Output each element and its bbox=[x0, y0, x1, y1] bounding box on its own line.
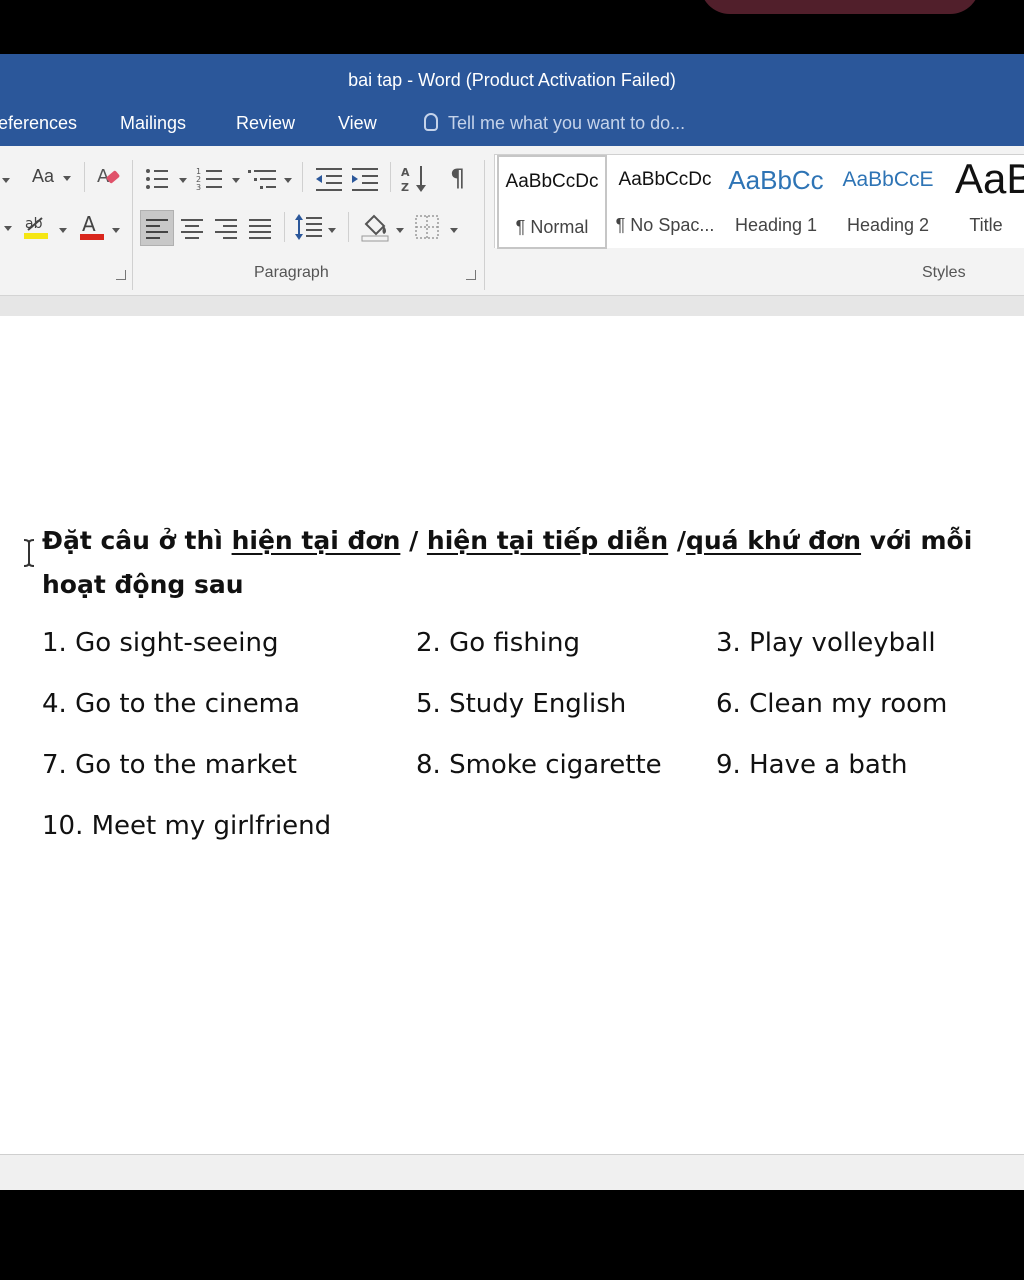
tab-references[interactable]: eferences bbox=[0, 106, 77, 146]
style-name: Heading 1 bbox=[734, 215, 818, 235]
shading-icon[interactable] bbox=[360, 210, 390, 242]
paragraph-dialog-launcher[interactable] bbox=[466, 270, 476, 280]
heading-text: / bbox=[400, 526, 427, 555]
tell-me-search[interactable]: Tell me what you want to do... bbox=[424, 106, 685, 146]
font-color-icon[interactable]: A bbox=[78, 212, 106, 242]
multilevel-dropdown-icon[interactable] bbox=[284, 178, 292, 183]
group-separator bbox=[132, 160, 133, 290]
camera-overlay bbox=[700, 0, 980, 14]
highlight-icon[interactable]: ab bbox=[22, 212, 52, 242]
style-preview: AaBbCc bbox=[728, 165, 824, 195]
highlight-dropdown-icon[interactable] bbox=[59, 228, 67, 233]
style-name: ¶ No Spac... bbox=[615, 215, 715, 235]
title-bar: bai tap - Word (Product Activation Faile… bbox=[0, 54, 1024, 106]
heading-underlined-text: hiện tại tiếp diễn bbox=[426, 526, 669, 555]
tell-me-placeholder: Tell me what you want to do... bbox=[448, 113, 686, 133]
svg-text:A: A bbox=[401, 166, 410, 179]
list-item: 1. Go sight-seeing bbox=[42, 628, 279, 658]
borders-dropdown-icon[interactable] bbox=[450, 228, 458, 233]
font-color-dropdown-icon[interactable] bbox=[112, 228, 120, 233]
tab-view[interactable]: View bbox=[338, 106, 377, 146]
svg-text:3: 3 bbox=[196, 183, 201, 192]
style-preview: AaBbCcE bbox=[842, 168, 934, 191]
list-item: 2. Go fishing bbox=[416, 628, 580, 658]
ribbon-separator bbox=[390, 162, 391, 192]
change-case-button[interactable]: Aa bbox=[32, 166, 54, 187]
clear-formatting-icon[interactable]: A bbox=[96, 164, 122, 190]
lightbulb-icon bbox=[424, 113, 438, 131]
style-preview: AaBbCcDc bbox=[618, 169, 712, 190]
ribbon-separator bbox=[348, 212, 349, 242]
text-cursor-icon bbox=[23, 539, 35, 567]
style-name: ¶ Normal bbox=[515, 217, 589, 237]
sort-icon[interactable]: AZ bbox=[400, 164, 428, 194]
align-center-icon[interactable] bbox=[180, 218, 204, 240]
numbering-icon[interactable]: 123 bbox=[196, 166, 224, 192]
styles-group-label: Styles bbox=[922, 264, 966, 281]
borders-icon[interactable] bbox=[414, 214, 440, 240]
tab-mailings[interactable]: Mailings bbox=[120, 106, 186, 146]
exercise-heading: Đặt câu ở thì hiện tại đơn / hiện tại ti… bbox=[42, 526, 972, 555]
style-name: Heading 2 bbox=[846, 215, 930, 235]
status-bar bbox=[0, 1154, 1024, 1190]
line-spacing-dropdown-icon[interactable] bbox=[328, 228, 336, 233]
change-case-label: Aa bbox=[32, 166, 55, 186]
font-size-dropdown-icon[interactable] bbox=[2, 178, 10, 183]
list-item: 10. Meet my girlfriend bbox=[42, 811, 332, 841]
svg-text:Z: Z bbox=[401, 181, 409, 194]
decrease-indent-icon[interactable] bbox=[314, 166, 344, 192]
heading-text: Đặt câu ở thì bbox=[42, 526, 232, 555]
bullets-dropdown-icon[interactable] bbox=[179, 178, 187, 183]
style-heading-2[interactable]: AaBbCcE Heading 2 bbox=[835, 155, 941, 249]
exercise-heading-line-2: hoạt động sau bbox=[42, 570, 244, 599]
style-name: Title bbox=[969, 215, 1003, 235]
change-case-dropdown-icon[interactable] bbox=[63, 176, 71, 181]
list-item: 4. Go to the cinema bbox=[42, 689, 300, 719]
line-spacing-icon[interactable] bbox=[294, 212, 324, 242]
shading-dropdown-icon[interactable] bbox=[396, 228, 404, 233]
style-heading-1[interactable]: AaBbCc Heading 1 bbox=[723, 155, 829, 249]
numbering-dropdown-icon[interactable] bbox=[232, 178, 240, 183]
multilevel-list-icon[interactable] bbox=[248, 166, 278, 192]
increase-indent-icon[interactable] bbox=[350, 166, 380, 192]
list-item: 9. Have a bath bbox=[716, 750, 908, 780]
document-background bbox=[0, 296, 1024, 316]
list-item: 8. Smoke cigarette bbox=[416, 750, 662, 780]
ribbon-separator bbox=[284, 212, 285, 242]
paragraph-group-label: Paragraph bbox=[254, 264, 329, 281]
styles-gallery: AaBbCcDc ¶ Normal AaBbCcDc ¶ No Spac... … bbox=[494, 154, 1024, 249]
style-normal[interactable]: AaBbCcDc ¶ Normal bbox=[497, 155, 607, 249]
justify-icon[interactable] bbox=[248, 218, 272, 240]
heading-text: / bbox=[668, 526, 686, 555]
svg-text:A: A bbox=[82, 212, 96, 236]
list-item: 7. Go to the market bbox=[42, 750, 297, 780]
svg-text:¶: ¶ bbox=[450, 164, 465, 192]
align-right-icon[interactable] bbox=[214, 218, 238, 240]
heading-text: với mỗi bbox=[861, 526, 973, 555]
word-window: bai tap - Word (Product Activation Faile… bbox=[0, 54, 1024, 1190]
document-page[interactable]: Đặt câu ở thì hiện tại đơn / hiện tại ti… bbox=[0, 316, 1024, 1154]
ribbon-tabs: eferences Mailings Review View Tell me w… bbox=[0, 106, 1024, 146]
heading-underlined-text: quá khứ đơn bbox=[685, 526, 862, 555]
align-left-icon bbox=[146, 219, 168, 239]
style-title[interactable]: AaB Title bbox=[947, 155, 1024, 249]
style-preview: AaBbCcDc bbox=[505, 171, 599, 192]
font-dialog-launcher[interactable] bbox=[116, 270, 126, 280]
list-item: 5. Study English bbox=[416, 689, 627, 719]
ribbon: Aa A ab A 123 bbox=[0, 146, 1024, 296]
ribbon-separator bbox=[84, 162, 85, 192]
list-item: 3. Play volleyball bbox=[716, 628, 936, 658]
show-formatting-marks-icon[interactable]: ¶ bbox=[448, 164, 472, 192]
style-no-spacing[interactable]: AaBbCcDc ¶ No Spac... bbox=[611, 155, 719, 249]
ribbon-separator bbox=[302, 162, 303, 192]
text-effects-dropdown-icon[interactable] bbox=[4, 226, 12, 231]
tab-review[interactable]: Review bbox=[236, 106, 295, 146]
list-item: 6. Clean my room bbox=[716, 689, 948, 719]
heading-underlined-text: hiện tại đơn bbox=[231, 526, 401, 555]
window-title: bai tap - Word (Product Activation Faile… bbox=[348, 70, 676, 90]
style-preview: AaB bbox=[955, 155, 1024, 202]
group-separator bbox=[484, 160, 485, 290]
bullets-icon[interactable] bbox=[144, 166, 170, 192]
